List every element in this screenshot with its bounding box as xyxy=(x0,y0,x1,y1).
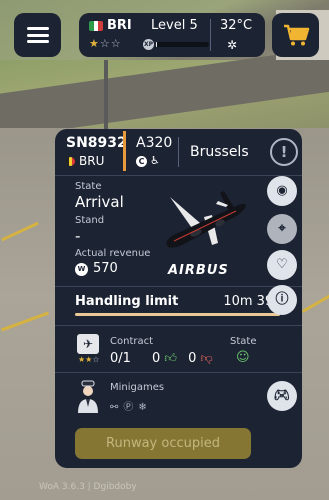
airport-rating-stars: ★☆☆ xyxy=(89,37,122,50)
camera-focus-icon: ⌖ xyxy=(278,221,286,236)
star-filled-icon: ★ xyxy=(89,37,100,50)
version-text: WoA 3.6.3 | Dgibdoby xyxy=(39,482,137,492)
aircraft-class-badge: C xyxy=(136,156,147,167)
pushback-icon: ⚯ xyxy=(110,402,119,413)
airport-code: BRI xyxy=(107,18,132,33)
parking-icon: Ⓟ xyxy=(123,402,134,413)
favorite-button[interactable]: ♡ xyxy=(267,250,297,280)
divider xyxy=(55,372,302,373)
wheelchair-icon: ♿ xyxy=(150,154,160,167)
state-value: Arrival xyxy=(75,193,124,211)
contract-label: Contract xyxy=(110,336,154,347)
temperature: 32°C xyxy=(220,18,253,33)
heart-icon: ♡ xyxy=(276,257,288,272)
divider xyxy=(55,286,302,287)
origin-code: BRU xyxy=(79,154,105,168)
revenue-label: Actual revenue xyxy=(75,248,151,259)
stand-label: Stand xyxy=(75,215,105,226)
divider xyxy=(55,175,302,176)
coin-icon: W xyxy=(75,263,88,276)
eye-icon: ◉ xyxy=(276,183,288,198)
star-empty-icon: ☆ xyxy=(92,355,100,364)
minigame-icons: ⚯ Ⓟ ❄ xyxy=(110,398,152,413)
manufacturer-logo: AIRBUS xyxy=(168,263,229,278)
accent-bar xyxy=(123,131,126,171)
minigame-button[interactable]: 🎮︎ xyxy=(267,381,297,411)
aircraft-badges: C ♿ xyxy=(136,154,160,167)
background-pole xyxy=(104,60,108,132)
status-divider xyxy=(210,19,211,51)
contract-feedback: 0 👍︎ 0 👎︎ xyxy=(152,351,213,366)
handling-limit-label: Handling limit xyxy=(75,294,179,309)
snowflake-icon: ❄ xyxy=(138,402,147,413)
focus-camera-button[interactable]: ⌖ xyxy=(267,214,297,244)
revenue-value: 570 xyxy=(93,261,118,276)
gamepad-icon: 🎮︎ xyxy=(273,388,291,403)
flight-number: SN8932 xyxy=(66,135,127,151)
xp-progress-bar xyxy=(156,42,209,47)
stand-value: - xyxy=(75,227,81,245)
player-level: Level 5 xyxy=(151,18,198,33)
italy-flag-icon xyxy=(89,21,103,31)
revenue-value-row: W 570 xyxy=(75,261,118,276)
flight-origin: BRU xyxy=(66,154,104,168)
flight-details-card: SN8932 BRU A320 C ♿ Brussels ! State Arri… xyxy=(55,129,302,468)
thumbs-up-icon: 👍︎ xyxy=(164,351,177,365)
pilot-icon xyxy=(78,380,98,413)
contract-value: 0/1 xyxy=(110,351,131,366)
handling-limit-row: Handling limit 10m 39s xyxy=(75,294,280,309)
thumbs-down-icon: 👎︎ xyxy=(200,351,213,365)
sun-icon: ✲ xyxy=(227,38,238,52)
star-empty-icon: ☆ xyxy=(99,37,111,50)
menu-button[interactable] xyxy=(14,13,61,57)
contract-state-label: State xyxy=(230,336,257,347)
xp-progress-fill xyxy=(156,42,158,47)
contract-document-icon: ✈ xyxy=(77,334,99,354)
aircraft-type: A320 xyxy=(136,135,173,151)
info-icon: ⓘ xyxy=(275,292,289,307)
minigames-label: Minigames xyxy=(110,382,165,393)
smiley-icon: ☺ xyxy=(236,350,250,365)
star-empty-icon: ☆ xyxy=(110,37,122,50)
info-button[interactable]: ⓘ xyxy=(267,285,297,315)
airport-status-panel[interactable]: BRI Level 5 ★☆☆ XP 32°C ✲ xyxy=(79,13,265,57)
shop-button[interactable] xyxy=(272,13,319,57)
runway-occupied-button[interactable]: Runway occupied xyxy=(75,428,251,459)
aircraft-image xyxy=(166,191,246,248)
contract-rating-stars: ★★☆ xyxy=(78,355,100,364)
dislikes-count: 0 xyxy=(188,351,197,366)
xp-icon: XP xyxy=(143,39,154,50)
alert-button[interactable]: ! xyxy=(270,138,298,166)
destination-city: Brussels xyxy=(190,144,249,160)
view-button[interactable]: ◉ xyxy=(267,176,297,206)
divider xyxy=(55,325,302,326)
handling-progress-line xyxy=(75,313,280,316)
hamburger-icon xyxy=(26,27,49,43)
shopping-cart-icon xyxy=(283,24,309,46)
header-divider xyxy=(178,137,179,167)
state-label: State xyxy=(75,181,102,192)
belgium-flag-icon xyxy=(66,157,75,166)
likes-count: 0 xyxy=(152,351,161,366)
flight-header: SN8932 BRU A320 C ♿ Brussels ! xyxy=(55,129,302,175)
